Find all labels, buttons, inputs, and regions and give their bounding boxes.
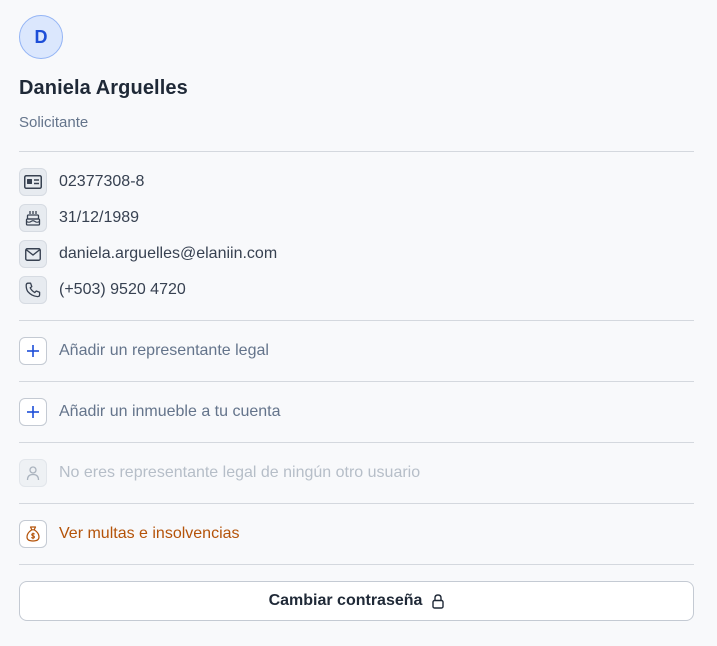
plus-icon xyxy=(19,337,47,365)
detail-id-row: 02377308-8 xyxy=(19,168,144,196)
profile-name: Daniela Arguelles xyxy=(19,77,188,99)
add-legal-rep-label: Añadir un representante legal xyxy=(59,342,269,359)
divider xyxy=(19,442,694,443)
add-property-action[interactable]: Añadir un inmueble a tu cuenta xyxy=(19,398,280,426)
divider xyxy=(19,381,694,382)
mail-icon xyxy=(19,240,47,268)
no-legal-rep-label: No eres representante legal de ningún ot… xyxy=(59,464,421,481)
cake-icon xyxy=(19,204,47,232)
divider xyxy=(19,503,694,504)
divider xyxy=(19,151,694,152)
detail-birthdate: 31/12/1989 xyxy=(59,209,140,226)
divider xyxy=(19,564,694,565)
detail-email: daniela.arguelles@elaniin.com xyxy=(59,245,278,262)
user-icon xyxy=(19,459,47,487)
plus-icon xyxy=(19,398,47,426)
profile-role: Solicitante xyxy=(19,114,89,131)
avatar-initial: D xyxy=(34,26,48,47)
add-property-label: Añadir un inmueble a tu cuenta xyxy=(59,403,281,420)
view-fines-action[interactable]: Ver multas e insolvencias xyxy=(19,520,240,548)
detail-phone-row: (+503) 9520 4720 xyxy=(19,276,186,304)
no-legal-rep-info: No eres representante legal de ningún ot… xyxy=(19,459,420,487)
profile-avatar: D xyxy=(19,15,63,59)
detail-email-row: daniela.arguelles@elaniin.com xyxy=(19,240,277,268)
change-password-button[interactable]: Cambiar contraseña xyxy=(19,581,694,621)
divider xyxy=(19,320,694,321)
view-fines-label: Ver multas e insolvencias xyxy=(59,525,240,542)
phone-icon xyxy=(19,276,47,304)
detail-phone: (+503) 9520 4720 xyxy=(59,281,186,298)
money-bag-icon xyxy=(19,520,47,548)
lock-icon xyxy=(432,593,445,609)
change-password-label: Cambiar contraseña xyxy=(268,592,423,609)
id-card-icon xyxy=(19,168,47,196)
detail-birthdate-row: 31/12/1989 xyxy=(19,204,139,232)
detail-id-number: 02377308-8 xyxy=(59,173,145,190)
add-legal-rep-action[interactable]: Añadir un representante legal xyxy=(19,337,269,365)
